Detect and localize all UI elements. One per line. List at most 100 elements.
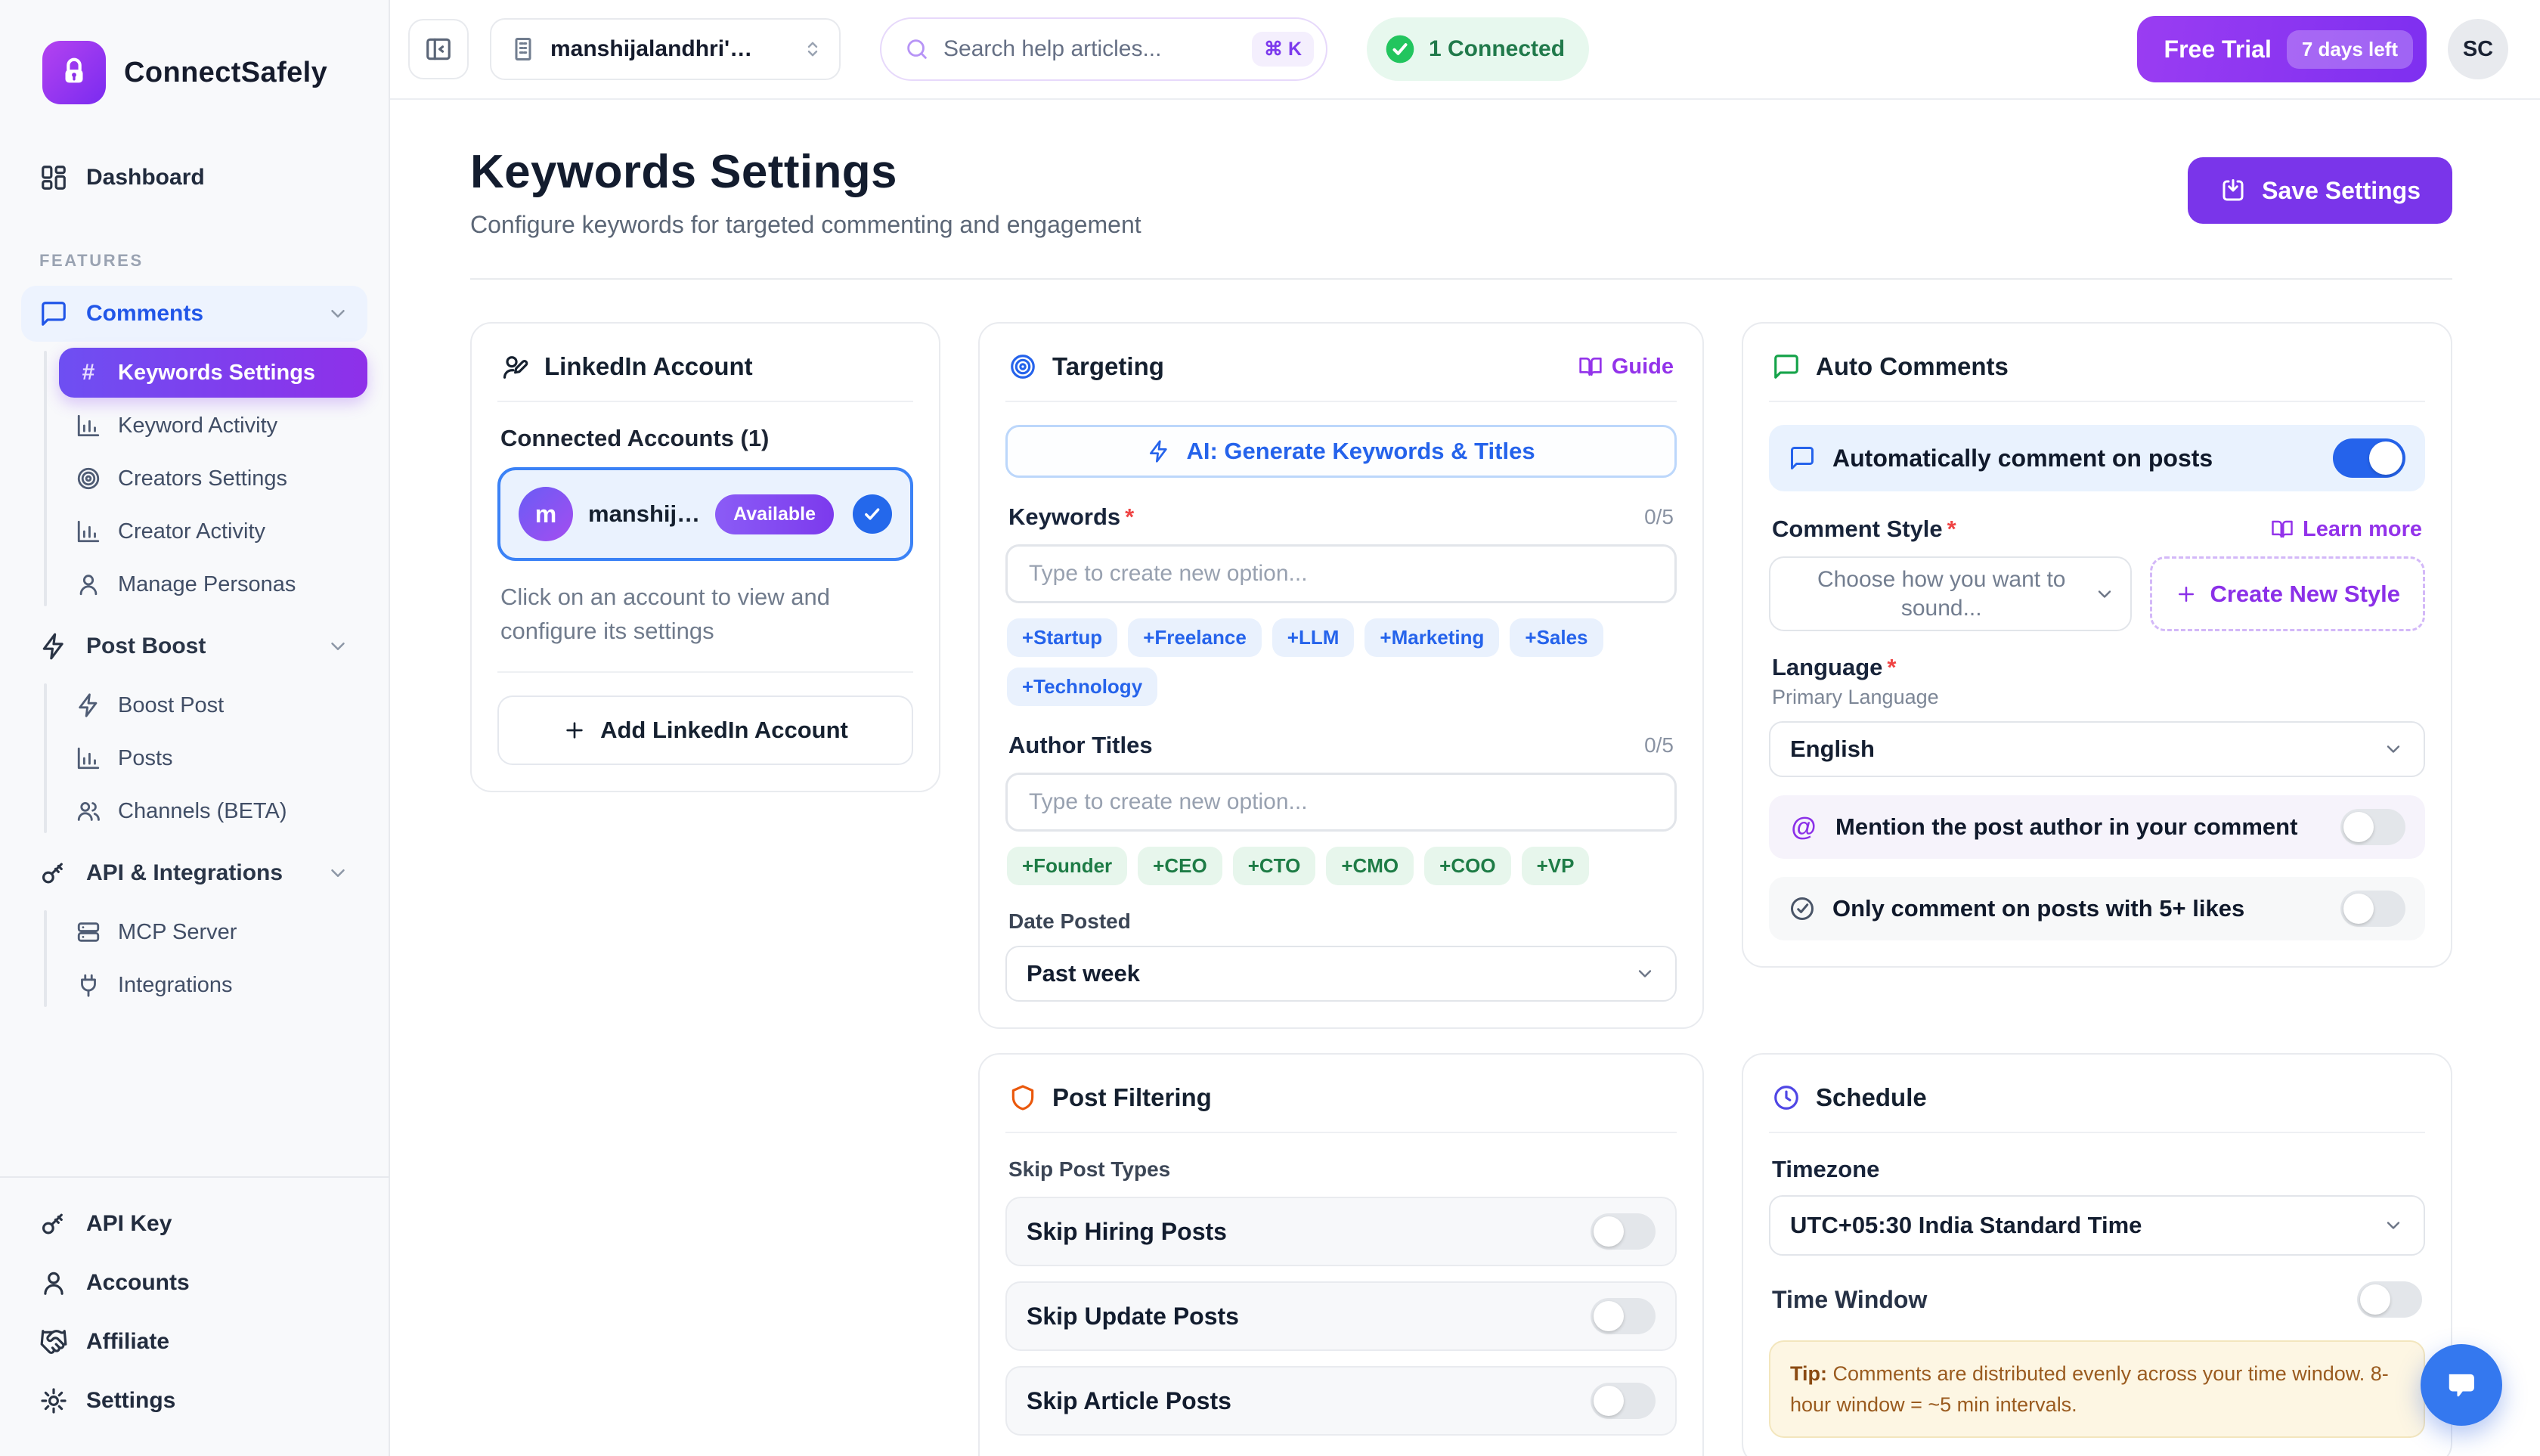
- bar-chart-icon: [76, 413, 101, 438]
- users-icon: [76, 798, 101, 824]
- chat-launcher-button[interactable]: [2421, 1344, 2502, 1426]
- time-window-row: Time Window: [1769, 1281, 2425, 1318]
- card-title: Post Filtering: [1052, 1083, 1674, 1112]
- account-selector[interactable]: manshijalandhri'…: [490, 18, 841, 80]
- connected-accounts-label: Connected Accounts (1): [500, 425, 910, 452]
- keywords-input[interactable]: [1005, 544, 1677, 603]
- message-square-icon: [39, 299, 68, 328]
- sidebar-item-accounts[interactable]: Accounts: [21, 1255, 367, 1311]
- zap-icon: [1147, 439, 1171, 463]
- author-suggestion-pill[interactable]: +CEO: [1138, 847, 1222, 885]
- timezone-select[interactable]: UTC+05:30 India Standard Time: [1769, 1195, 2425, 1256]
- connected-count: 1 Connected: [1429, 36, 1565, 62]
- plus-icon: [562, 718, 587, 742]
- sidebar-item-manage-personas[interactable]: Manage Personas: [59, 559, 367, 609]
- connected-account-item[interactable]: m manshij… Available: [497, 467, 913, 561]
- skip-article-toggle[interactable]: [1591, 1383, 1656, 1419]
- card-divider: [497, 671, 913, 673]
- keywords-label: Keywords*: [1008, 503, 1134, 531]
- add-account-label: Add LinkedIn Account: [600, 717, 848, 744]
- sidebar-item-keyword-activity[interactable]: Keyword Activity: [59, 401, 367, 451]
- auto-comment-toggle[interactable]: [2333, 438, 2405, 478]
- sidebar-item-label: Affiliate: [86, 1329, 349, 1355]
- tip-text: Comments are distributed evenly across y…: [1790, 1362, 2389, 1416]
- language-select[interactable]: English: [1769, 721, 2425, 777]
- sidebar-item-api-key[interactable]: API Key: [21, 1196, 367, 1252]
- header-divider: [470, 278, 2452, 280]
- user-avatar[interactable]: SC: [2448, 19, 2508, 79]
- author-suggestion-pill[interactable]: +Founder: [1007, 847, 1127, 885]
- keyword-suggestion-pill[interactable]: +Freelance: [1128, 618, 1262, 657]
- connected-status-badge: 1 Connected: [1367, 17, 1589, 81]
- sidebar-item-posts[interactable]: Posts: [59, 733, 367, 783]
- time-window-toggle[interactable]: [2357, 1281, 2422, 1318]
- skip-update-toggle[interactable]: [1591, 1298, 1656, 1334]
- sidebar-footer: API Key Accounts Affiliate Settings: [0, 1176, 389, 1456]
- sidebar-item-mcp-server[interactable]: MCP Server: [59, 907, 367, 957]
- sidebar-group-api-integrations[interactable]: API & Integrations: [21, 845, 367, 901]
- app-window: ConnectSafely Dashboard FEATURES Comment…: [0, 0, 2540, 1456]
- guide-label: Guide: [1612, 355, 1674, 379]
- search-input[interactable]: [943, 36, 1238, 62]
- create-new-style-button[interactable]: Create New Style: [2150, 556, 2425, 631]
- mention-author-toggle[interactable]: [2340, 809, 2405, 845]
- sidebar-group-comments[interactable]: Comments: [21, 286, 367, 342]
- keyboard-shortcut-badge: ⌘ K: [1252, 32, 1314, 67]
- sidebar-item-keywords-settings[interactable]: # Keywords Settings: [59, 348, 367, 398]
- sidebar-item-channels[interactable]: Channels (BETA): [59, 786, 367, 836]
- chevron-down-icon: [327, 862, 349, 884]
- sidebar-collapse-button[interactable]: [408, 19, 469, 79]
- sidebar-item-label: API Key: [86, 1211, 349, 1237]
- add-linkedin-account-button[interactable]: Add LinkedIn Account: [497, 695, 913, 765]
- free-trial-button[interactable]: Free Trial 7 days left: [2137, 16, 2427, 82]
- save-icon: [2219, 177, 2247, 204]
- sidebar-item-creators-settings[interactable]: Creators Settings: [59, 454, 367, 503]
- sidebar-item-integrations[interactable]: Integrations: [59, 960, 367, 1010]
- sidebar-item-boost-post[interactable]: Boost Post: [59, 680, 367, 730]
- author-suggestion-pill[interactable]: +CMO: [1326, 847, 1414, 885]
- building-icon: [510, 36, 537, 63]
- guide-link[interactable]: Guide: [1578, 355, 1674, 379]
- tip-prefix: Tip:: [1790, 1362, 1827, 1385]
- settings-grid: LinkedIn Account Connected Accounts (1) …: [470, 322, 2452, 1456]
- skip-hiring-toggle[interactable]: [1591, 1213, 1656, 1250]
- card-title: Auto Comments: [1816, 352, 2422, 381]
- keyword-suggestion-pill[interactable]: +Technology: [1007, 668, 1157, 706]
- language-label: Language*: [1772, 654, 1896, 681]
- sidebar-item-affiliate[interactable]: Affiliate: [21, 1314, 367, 1370]
- author-suggestion-pill[interactable]: +VP: [1522, 847, 1590, 885]
- ai-generate-button[interactable]: AI: Generate Keywords & Titles: [1005, 425, 1677, 478]
- chevrons-up-down-icon: [801, 38, 824, 60]
- keyword-suggestion-pill[interactable]: +Startup: [1007, 618, 1117, 657]
- comment-style-placeholder: Choose how you want to sound...: [1789, 565, 2094, 622]
- sidebar-item-label: Settings: [86, 1388, 349, 1414]
- language-value: English: [1790, 736, 2383, 763]
- zap-icon: [76, 692, 101, 718]
- min-likes-toggle[interactable]: [2340, 891, 2405, 927]
- at-sign-icon: @: [1789, 813, 1819, 842]
- comment-style-select[interactable]: Choose how you want to sound...: [1769, 556, 2132, 631]
- sidebar-item-label: Accounts: [86, 1270, 349, 1296]
- sidebar-group-post-boost[interactable]: Post Boost: [21, 618, 367, 674]
- keyword-suggestion-pill[interactable]: +Marketing: [1364, 618, 1499, 657]
- keyword-suggestion-pill[interactable]: +Sales: [1510, 618, 1603, 657]
- comments-submenu: # Keywords Settings Keyword Activity Cre…: [44, 345, 367, 612]
- keyword-suggestions: +Startup +Freelance +LLM +Marketing +Sal…: [1005, 618, 1677, 706]
- keyword-suggestion-pill[interactable]: +LLM: [1272, 618, 1355, 657]
- skip-hiring-row: Skip Hiring Posts: [1005, 1197, 1677, 1266]
- sidebar-item-settings[interactable]: Settings: [21, 1373, 367, 1429]
- schedule-tip: Tip: Comments are distributed evenly acr…: [1769, 1340, 2425, 1438]
- sidebar-item-dashboard[interactable]: Dashboard: [21, 150, 367, 206]
- availability-badge: Available: [715, 494, 834, 534]
- bar-chart-icon: [76, 745, 101, 771]
- page-header: Keywords Settings Configure keywords for…: [470, 145, 2452, 239]
- author-titles-input[interactable]: [1005, 773, 1677, 832]
- sidebar-item-creator-activity[interactable]: Creator Activity: [59, 507, 367, 556]
- learn-more-link[interactable]: Learn more: [2271, 517, 2422, 542]
- sidebar-group-label: Post Boost: [86, 634, 308, 659]
- author-suggestion-pill[interactable]: +CTO: [1233, 847, 1316, 885]
- date-posted-select[interactable]: Past week: [1005, 946, 1677, 1002]
- save-settings-button[interactable]: Save Settings: [2188, 157, 2452, 224]
- author-suggestion-pill[interactable]: +COO: [1424, 847, 1510, 885]
- targeting-card: Targeting Guide AI: Generate Keywords & …: [978, 322, 1704, 1029]
